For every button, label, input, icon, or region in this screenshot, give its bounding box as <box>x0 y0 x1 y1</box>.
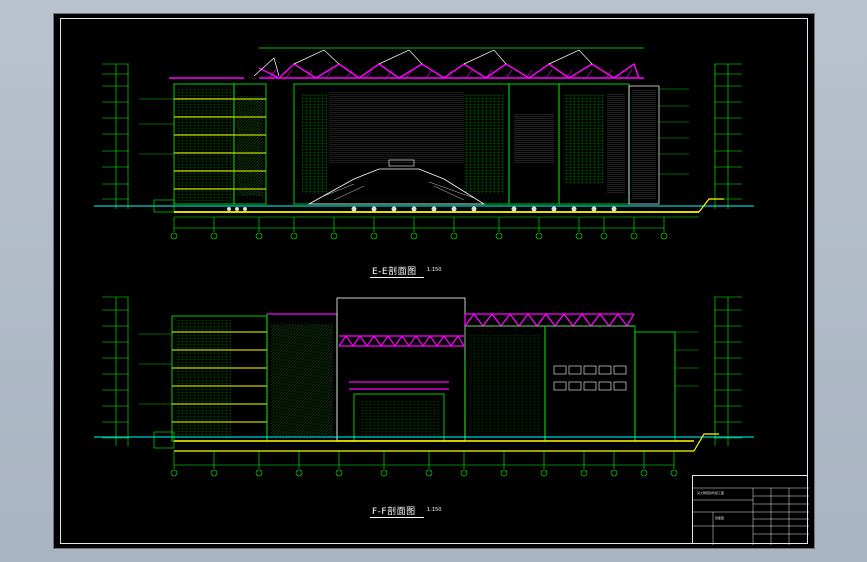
e-e-section-scale: 1:150 <box>427 267 442 273</box>
drawing-sheet: E-E剖面图 1:150 F-F剖面图 1:150 某大剧院建筑施工图 剖面图 <box>53 13 815 549</box>
f-f-title-underline <box>370 517 424 518</box>
title-block-project: 某大剧院建筑施工图 <box>697 491 725 495</box>
cad-drawing <box>94 47 754 477</box>
title-block: 某大剧院建筑施工图 剖面图 <box>692 475 809 545</box>
f-f-section <box>94 296 754 477</box>
e-e-section-title: E-E剖面图 <box>372 267 417 277</box>
title-block-drawing: 剖面图 <box>715 516 725 520</box>
e-e-section <box>94 47 754 240</box>
f-f-section-scale: 1:150 <box>427 507 442 513</box>
e-e-title-underline <box>370 277 424 278</box>
f-f-section-title: F-F剖面图 <box>372 507 416 517</box>
